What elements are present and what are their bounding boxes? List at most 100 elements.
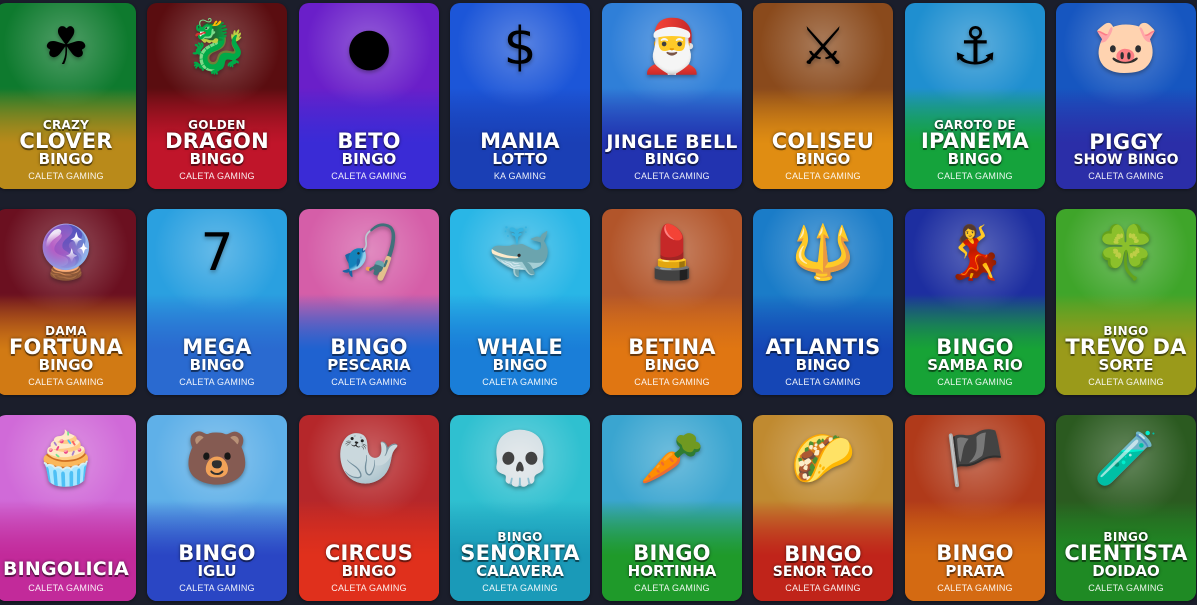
game-title-main: BINGO — [178, 541, 256, 565]
game-provider: CALETA GAMING — [785, 171, 861, 181]
game-title: DAMA FORTUNA BINGO — [0, 325, 132, 373]
game-title: WHALE BINGO — [454, 337, 586, 373]
game-card[interactable]: 🧁 BINGOLICIA CALETA GAMING — [0, 415, 136, 601]
game-title-main: CIENTISTA — [1064, 541, 1188, 565]
game-title-sub: BINGO — [189, 356, 245, 374]
game-title: GOLDEN DRAGON BINGO — [151, 119, 283, 167]
game-title-sub: SENOR TACO — [772, 564, 874, 580]
game-title-main: BINGO — [633, 541, 711, 565]
game-provider: CALETA GAMING — [179, 171, 255, 181]
game-title-main: COLISEU — [771, 129, 875, 153]
game-title-main: BINGO — [784, 542, 862, 566]
game-card[interactable]: 🐻 BINGO IGLU CALETA GAMING — [147, 415, 287, 601]
game-card[interactable]: 🔮 DAMA FORTUNA BINGO CALETA GAMING — [0, 209, 136, 395]
game-title-sub: DOIDAO — [1092, 562, 1160, 580]
fisherman-icon: 🎣 — [336, 223, 402, 283]
game-title: BINGO PIRATA — [909, 543, 1041, 579]
game-card[interactable]: 🦭 CIRCUS BINGO CALETA GAMING — [299, 415, 439, 601]
game-title-sub: BINGO — [341, 562, 397, 580]
game-card[interactable]: 🔱 ATLANTIS BINGO CALETA GAMING — [753, 209, 893, 395]
seal-icon: 🦭 — [336, 429, 402, 489]
game-card[interactable]: 🎅 JINGLE BELL BINGO CALETA GAMING — [602, 3, 742, 189]
game-card[interactable]: 🧪 BINGO CIENTISTA DOIDAO CALETA GAMING — [1056, 415, 1196, 601]
carrot-icon: 🥕 — [639, 429, 705, 489]
game-title: CRAZY CLOVER BINGO — [0, 119, 132, 167]
game-provider: CALETA GAMING — [937, 377, 1013, 387]
game-card[interactable]: 🐷 PIGGY SHOW BINGO CALETA GAMING — [1056, 3, 1196, 189]
lotto-ball-icon: $ — [503, 17, 537, 77]
game-provider: CALETA GAMING — [1088, 377, 1164, 387]
game-title: BETINA BINGO — [606, 337, 738, 373]
game-card[interactable]: 💄 BETINA BINGO CALETA GAMING — [602, 209, 742, 395]
game-title-sub: BINGO — [795, 150, 851, 168]
game-title-sub: HORTINHA — [627, 562, 717, 580]
game-card[interactable]: 🏴 BINGO PIRATA CALETA GAMING — [905, 415, 1045, 601]
game-title-sub: SORTE — [1098, 356, 1154, 374]
whale-icon: 🐳 — [487, 223, 553, 283]
game-title: BINGOLICIA — [0, 560, 132, 579]
game-title: BINGO TREVO DA SORTE — [1060, 325, 1192, 373]
game-title-sub: BINGO — [189, 150, 245, 168]
game-provider: KA GAMING — [493, 171, 547, 181]
bingo-ball-icon: 7 — [200, 223, 234, 283]
game-title: BINGO IGLU — [151, 543, 283, 579]
woman-icon: 💄 — [639, 223, 705, 283]
game-title-main: MEGA — [182, 335, 252, 359]
game-title-main: BINGO — [936, 541, 1014, 565]
game-provider: CALETA GAMING — [785, 583, 861, 593]
polar-bear-icon: 🐻 — [184, 429, 250, 489]
game-title-main: SENORITA — [460, 541, 580, 565]
game-title-sub: IGLU — [197, 562, 237, 580]
game-provider: CALETA GAMING — [634, 377, 710, 387]
game-title: BETO BINGO — [303, 131, 435, 167]
game-title-main: BINGO — [936, 335, 1014, 359]
game-card[interactable]: 🥕 BINGO HORTINHA CALETA GAMING — [602, 415, 742, 601]
game-provider: CALETA GAMING — [331, 377, 407, 387]
game-card[interactable]: 7 MEGA BINGO CALETA GAMING — [147, 209, 287, 395]
game-provider: CALETA GAMING — [28, 171, 104, 181]
game-card[interactable]: 💀 BINGO SENORITA CALAVERA CALETA GAMING — [450, 415, 590, 601]
crystal-ball-icon: 🔮 — [33, 223, 99, 283]
game-title-main: CIRCUS — [324, 541, 414, 565]
game-card[interactable]: $ MANIA LOTTO KA GAMING — [450, 3, 590, 189]
game-title: MANIA LOTTO — [454, 131, 586, 167]
game-card[interactable]: 🌮 BINGO SENOR TACO CALETA GAMING — [753, 415, 893, 601]
game-title: COLISEU BINGO — [757, 131, 889, 167]
ball-icon: ● — [346, 17, 392, 77]
game-provider: CALETA GAMING — [28, 377, 104, 387]
game-title-sub: PESCARIA — [327, 356, 411, 374]
game-title: MEGA BINGO — [151, 337, 283, 373]
game-card[interactable]: ⚔ COLISEU BINGO CALETA GAMING — [753, 3, 893, 189]
game-provider: CALETA GAMING — [28, 583, 104, 593]
game-title-main: TREVO DA — [1065, 335, 1187, 359]
game-provider: CALETA GAMING — [937, 171, 1013, 181]
captain-icon: ⚓ — [951, 17, 999, 77]
game-title-sub: BINGO — [947, 150, 1003, 168]
game-provider: CALETA GAMING — [1088, 171, 1164, 181]
game-title-main: WHALE — [477, 335, 563, 359]
game-card[interactable]: 🐉 GOLDEN DRAGON BINGO CALETA GAMING — [147, 3, 287, 189]
game-card[interactable]: ☘ CRAZY CLOVER BINGO CALETA GAMING — [0, 3, 136, 189]
game-title-main: CLOVER — [19, 129, 113, 153]
game-title-main: ATLANTIS — [765, 335, 881, 359]
game-title-sub: BINGO — [38, 150, 94, 168]
game-card[interactable]: 🍀 BINGO TREVO DA SORTE CALETA GAMING — [1056, 209, 1196, 395]
game-title: JINGLE BELL BINGO — [606, 133, 738, 167]
game-title-sub: BINGO — [38, 356, 94, 374]
game-title-main: MANIA — [480, 129, 560, 153]
game-title: PIGGY SHOW BINGO — [1060, 132, 1192, 168]
game-card[interactable]: 🐳 WHALE BINGO CALETA GAMING — [450, 209, 590, 395]
game-title-sub: BINGO — [644, 150, 700, 168]
game-card[interactable]: ● BETO BINGO CALETA GAMING — [299, 3, 439, 189]
game-title-sub: BINGO — [492, 356, 548, 374]
game-title: CIRCUS BINGO — [303, 543, 435, 579]
game-title-main: FORTUNA — [8, 335, 124, 359]
game-card[interactable]: 🎣 BINGO PESCARIA CALETA GAMING — [299, 209, 439, 395]
game-card[interactable]: ⚓ GAROTO DE IPANEMA BINGO CALETA GAMING — [905, 3, 1045, 189]
game-card[interactable]: 💃 BINGO SAMBA RIO CALETA GAMING — [905, 209, 1045, 395]
game-provider: CALETA GAMING — [634, 583, 710, 593]
sombrero-icon: 🌮 — [790, 429, 856, 489]
game-title: BINGO HORTINHA — [606, 543, 738, 579]
game-title-sub: LOTTO — [492, 150, 548, 168]
dragon-icon: 🐉 — [184, 17, 250, 77]
